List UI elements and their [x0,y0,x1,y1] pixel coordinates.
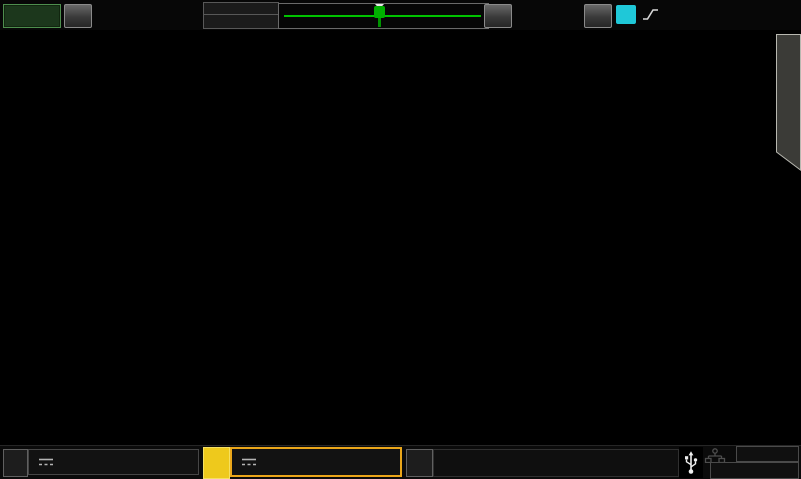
dc-coupling-icon [38,457,54,467]
decodebus-tab[interactable] [776,34,801,174]
usb-status-box [679,447,703,478]
ch1-badge[interactable] [3,449,28,477]
trigger-status-badge [3,4,61,28]
ch1-settings-box[interactable] [28,449,199,475]
math-badge[interactable] [406,449,433,477]
clock-date [710,462,799,479]
ch2-badge[interactable] [203,447,230,479]
delay-menu-button[interactable] [484,4,512,28]
waveform-plot [0,0,801,479]
lan-icon [704,448,726,463]
rising-edge-icon [642,7,660,23]
preview-trigger-pin-stem [378,18,381,27]
lan-status-box [704,447,726,463]
preview-trigger-pin[interactable] [374,6,385,18]
top-status-bar [0,0,801,30]
timebase-readout [106,4,116,26]
trigger-menu-button[interactable] [584,4,612,28]
bottom-status-bar [0,445,801,479]
usb-icon [682,450,700,476]
dc-coupling-icon [241,457,257,467]
waveform-preview-bar[interactable] [278,3,489,29]
horizontal-menu-button[interactable] [64,4,92,28]
oscilloscope-screen [0,0,801,479]
sample-rate-readout [203,14,279,29]
trigger-source-badge [616,5,636,24]
ch2-settings-box[interactable] [230,447,402,477]
clock-time [736,446,799,462]
math-status-box[interactable] [433,449,679,477]
horizontal-delay-readout [513,4,577,26]
